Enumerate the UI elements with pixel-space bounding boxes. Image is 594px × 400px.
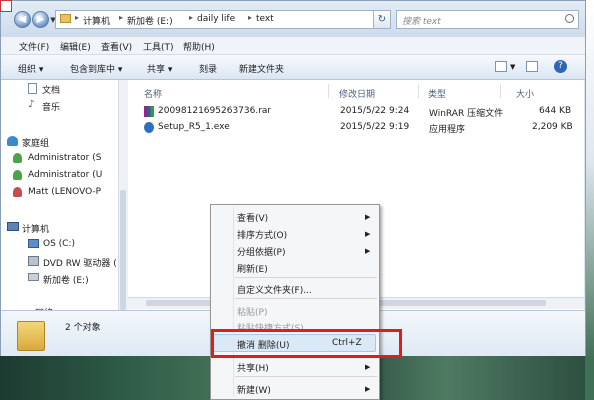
dvd-drive-icon <box>28 256 39 266</box>
table-row[interactable]: 20098121695263736.rar 2015/5/22 9:24 Win… <box>142 106 574 119</box>
computer-icon <box>7 222 19 231</box>
breadcrumb-separator-icon[interactable]: ▸ <box>189 13 193 22</box>
help-icon[interactable]: ? <box>554 60 567 73</box>
breadcrumb-separator-icon[interactable]: ▸ <box>119 13 123 22</box>
menu-item-group[interactable]: 分组依据(P) <box>237 245 285 258</box>
user-icon <box>13 170 22 180</box>
breadcrumb-drive-e[interactable]: 新加卷 (E:) <box>127 14 173 27</box>
menu-gutter <box>233 207 234 397</box>
submenu-arrow-icon: ▶ <box>365 385 371 393</box>
item-count: 2 个对象 <box>65 323 101 333</box>
column-header-name[interactable]: 名称 <box>144 87 162 100</box>
menu-edit[interactable]: 编辑(E) <box>60 40 91 53</box>
share-button[interactable]: 共享 ▾ <box>147 62 172 75</box>
nav-item-homegroup[interactable]: 家庭组 <box>22 136 118 149</box>
nav-scrollbar-thumb[interactable] <box>120 190 126 310</box>
file-name[interactable]: 20098121695263736.rar <box>158 106 271 116</box>
menu-item-share[interactable]: 共享(H) <box>237 361 269 374</box>
menu-item-new[interactable]: 新建(W) <box>237 383 271 396</box>
file-type: WinRAR 压缩文件 <box>429 109 504 119</box>
drive-e-icon <box>28 273 39 281</box>
file-name[interactable]: Setup_R5_1.exe <box>158 122 230 132</box>
search-placeholder: 搜索 text <box>402 17 441 27</box>
menu-file[interactable]: 文件(F) <box>19 40 49 53</box>
organize-button[interactable]: 组织 ▾ <box>18 62 43 75</box>
menu-item-paste-shortcut: 粘贴快捷方式(S) <box>237 324 304 329</box>
menu-item-sort[interactable]: 排序方式(O) <box>237 228 287 241</box>
file-size: 2,209 KB <box>532 122 573 132</box>
search-input[interactable]: 搜索 text <box>396 10 579 29</box>
menu-separator <box>235 277 377 278</box>
column-header-date[interactable]: 修改日期 <box>339 87 375 100</box>
breadcrumb-daily-life[interactable]: daily life <box>197 14 235 24</box>
command-bar: 组织 ▾ 包含到库中 ▾ 共享 ▾ 刻录 新建文件夹 ▼ ? <box>1 55 585 80</box>
setup-exe-icon <box>144 122 154 133</box>
nav-item-computer[interactable]: 计算机 <box>22 222 118 235</box>
menu-item-refresh[interactable]: 刷新(E) <box>237 262 268 275</box>
user-icon <box>13 187 22 197</box>
file-size: 644 KB <box>539 106 572 116</box>
file-date: 2015/5/22 9:19 <box>340 122 410 132</box>
refresh-icon[interactable]: ↻ <box>373 10 391 29</box>
forward-icon[interactable]: ▶ <box>32 11 49 28</box>
new-folder-button[interactable]: 新建文件夹 <box>239 62 284 75</box>
search-icon[interactable] <box>565 14 574 23</box>
music-icon: ♪ <box>28 99 35 110</box>
breadcrumb-separator-icon[interactable]: ▸ <box>75 13 79 22</box>
user-icon <box>13 153 22 163</box>
navigation-pane: 文档 ♪ 音乐 家庭组 Administrator (S Administrat… <box>1 80 118 310</box>
file-type: 应用程序 <box>429 125 466 135</box>
context-menu: 查看(V) ▶ 排序方式(O) ▶ 分组依据(P) ▶ 刷新(E) 自定义文件夹… <box>210 204 380 400</box>
menu-separator <box>235 298 377 299</box>
submenu-arrow-icon: ▶ <box>365 230 371 238</box>
menu-item-paste: 粘贴(P) <box>237 308 268 318</box>
nav-item-dvd-drive[interactable]: DVD RW 驱动器 ( <box>43 256 117 269</box>
homegroup-icon <box>7 136 18 146</box>
include-in-library-button[interactable]: 包含到库中 ▾ <box>70 62 122 75</box>
nav-item-drive-c[interactable]: OS (C:) <box>43 239 115 249</box>
documents-icon <box>28 83 37 94</box>
menu-help[interactable]: 帮助(H) <box>183 40 215 53</box>
menu-item-view[interactable]: 查看(V) <box>237 211 268 224</box>
menu-bar: 文件(F) 编辑(E) 查看(V) 工具(T) 帮助(H) <box>1 37 585 55</box>
menu-tools[interactable]: 工具(T) <box>143 40 174 53</box>
nav-item-drive-e[interactable]: 新加卷 (E:) <box>43 273 115 286</box>
nav-item-administrator-s[interactable]: Administrator (S <box>28 153 116 163</box>
submenu-arrow-icon: ▶ <box>365 213 371 221</box>
submenu-arrow-icon: ▶ <box>365 363 371 371</box>
column-divider[interactable] <box>418 84 419 98</box>
file-date: 2015/5/22 9:24 <box>340 106 410 116</box>
preview-pane-icon[interactable] <box>526 61 538 72</box>
menu-view[interactable]: 查看(V) <box>101 40 132 53</box>
nav-scrollbar[interactable] <box>118 80 128 310</box>
address-bar[interactable]: ▸ 计算机 ▸ 新加卷 (E:) ▸ daily life ▸ text ▼ <box>55 10 387 29</box>
column-header-type[interactable]: 类型 <box>428 87 446 100</box>
rar-archive-icon <box>144 106 154 117</box>
nav-item-matt[interactable]: Matt (LENOVO-P <box>28 187 116 197</box>
breadcrumb-text[interactable]: text <box>256 14 274 24</box>
highlight-box <box>211 329 402 358</box>
folder-icon <box>17 321 45 351</box>
menu-separator <box>235 376 377 377</box>
column-divider[interactable] <box>328 84 329 98</box>
column-divider[interactable] <box>500 84 501 98</box>
nav-item-administrator-u[interactable]: Administrator (U <box>28 170 116 180</box>
submenu-arrow-icon: ▶ <box>365 247 371 255</box>
back-icon[interactable]: ◀ <box>14 11 31 28</box>
menu-item-customize-folder[interactable]: 自定义文件夹(F)... <box>237 283 312 296</box>
view-options-dropdown-icon[interactable]: ▼ <box>510 63 515 71</box>
breadcrumb-computer[interactable]: 计算机 <box>83 14 110 27</box>
desktop-edge <box>585 0 594 400</box>
corner-marker <box>0 0 12 12</box>
folder-icon <box>60 14 71 23</box>
breadcrumb-separator-icon[interactable]: ▸ <box>248 13 252 22</box>
drive-c-icon <box>28 239 39 248</box>
burn-button[interactable]: 刻录 <box>199 62 217 75</box>
change-view-icon[interactable] <box>495 61 507 72</box>
column-header-size[interactable]: 大小 <box>516 87 534 100</box>
table-row[interactable]: Setup_R5_1.exe 2015/5/22 9:19 应用程序 2,209… <box>142 122 574 135</box>
